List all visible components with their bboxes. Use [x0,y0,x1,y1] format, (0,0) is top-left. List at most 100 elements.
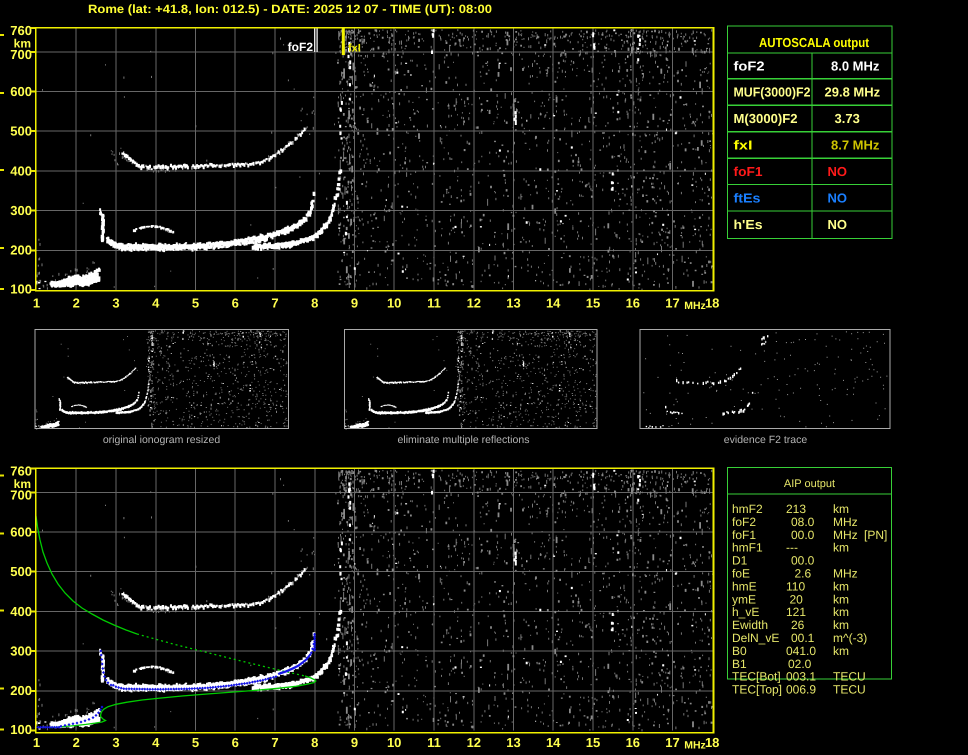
svg-text:300: 300 [10,203,32,218]
svg-text:00.0: 00.0 [791,554,815,568]
svg-text:TEC[Bot]: TEC[Bot] [732,670,781,684]
svg-text:2.6: 2.6 [795,567,812,581]
svg-text:MUF(3000)F2: MUF(3000)F2 [734,85,811,100]
svg-text:100: 100 [10,722,32,737]
svg-text:4: 4 [152,735,160,750]
svg-text:D1: D1 [732,554,748,568]
svg-text:km: km [14,37,31,51]
svg-text:6: 6 [232,735,239,750]
svg-text:5: 5 [192,296,199,311]
svg-text:km: km [833,502,849,516]
svg-text:TECU: TECU [833,670,866,684]
svg-text:11: 11 [427,296,441,311]
svg-text:m^(-3): m^(-3) [833,631,867,645]
svg-text:29.8 MHz: 29.8 MHz [825,85,881,100]
svg-text:MHz: MHz [833,528,858,542]
svg-text:B0: B0 [732,644,747,658]
svg-text:500: 500 [10,124,32,139]
svg-text:110: 110 [786,579,805,593]
svg-text:km: km [833,618,849,632]
svg-text:NO: NO [828,191,848,206]
svg-text:15: 15 [586,296,600,311]
svg-text:fxI: fxI [348,43,361,55]
svg-text:14: 14 [546,735,561,750]
svg-text:ymE: ymE [732,592,756,606]
svg-text:h'Es: h'Es [734,217,763,232]
svg-text:AUTOSCALA output: AUTOSCALA output [759,35,870,50]
svg-text:100: 100 [10,282,32,297]
svg-text:18: 18 [705,735,719,750]
svg-text:foF1: foF1 [734,164,763,179]
svg-text:213: 213 [786,502,806,516]
svg-text:NO: NO [828,164,848,179]
svg-text:km: km [833,579,849,593]
svg-text:600: 600 [10,84,32,99]
svg-text:8: 8 [311,735,318,750]
svg-text:hmF1: hmF1 [732,541,763,555]
svg-text:hmE: hmE [732,579,757,593]
svg-text:2: 2 [73,735,80,750]
svg-text:B1: B1 [732,657,747,671]
svg-text:600: 600 [10,525,32,540]
svg-text:2: 2 [73,296,80,311]
svg-text:TEC[Top]: TEC[Top] [732,683,782,697]
svg-text:original ionogram resized: original ionogram resized [103,434,220,446]
svg-text:08.0: 08.0 [791,515,815,529]
svg-text:NO: NO [828,217,848,232]
svg-text:17: 17 [665,296,679,311]
svg-text:5: 5 [192,735,199,750]
svg-text:3.73: 3.73 [835,111,860,126]
svg-text:3: 3 [112,296,119,311]
svg-text:4: 4 [152,296,160,311]
svg-text:13: 13 [506,735,520,750]
svg-text:km: km [833,605,849,619]
svg-text:20: 20 [790,592,804,606]
svg-text:9: 9 [351,735,358,750]
svg-text:14: 14 [546,296,561,311]
svg-text:ftEs: ftEs [734,191,761,206]
svg-text:02.0: 02.0 [788,657,812,671]
svg-text:1: 1 [33,735,40,750]
svg-text:15: 15 [586,735,600,750]
svg-text:400: 400 [10,164,32,179]
svg-text:AIP output: AIP output [784,478,835,490]
svg-text:3: 3 [112,735,119,750]
svg-text:6: 6 [232,296,239,311]
svg-text:12: 12 [467,296,481,311]
svg-text:13: 13 [506,296,520,311]
svg-text:10: 10 [387,735,401,750]
svg-text:MHz: MHz [684,740,706,752]
svg-text:[PN]: [PN] [864,528,887,542]
svg-text:00.0: 00.0 [791,528,815,542]
svg-text:MHz: MHz [833,567,858,581]
svg-text:evidence F2 trace: evidence F2 trace [724,434,808,446]
svg-text:8: 8 [311,296,318,311]
svg-text:foF2: foF2 [288,40,314,54]
svg-text:M(3000)F2: M(3000)F2 [734,111,798,126]
svg-text:1: 1 [33,296,40,311]
svg-text:041.0: 041.0 [786,644,816,658]
svg-text:DelN_vE: DelN_vE [732,631,779,645]
svg-text:12: 12 [467,735,481,750]
svg-text:km: km [833,644,849,658]
svg-text:fxI: fxI [734,138,753,153]
svg-text:7: 7 [271,296,278,311]
svg-text:MHz: MHz [833,515,858,529]
svg-text:006.9: 006.9 [786,683,816,697]
svg-text:---: --- [786,541,798,555]
svg-text:8.7 MHz: 8.7 MHz [831,138,880,153]
svg-text:eliminate multiple reflections: eliminate multiple reflections [398,434,530,446]
svg-text:003.1: 003.1 [786,670,816,684]
svg-text:17: 17 [665,735,679,750]
svg-text:500: 500 [10,564,32,579]
svg-text:400: 400 [10,604,32,619]
svg-text:16: 16 [626,735,640,750]
svg-text:11: 11 [427,735,441,750]
svg-text:26: 26 [791,618,805,632]
svg-text:7: 7 [271,735,278,750]
svg-text:km: km [833,592,849,606]
svg-text:km: km [833,541,849,555]
svg-text:Rome (lat: +41.8, lon: 012.5): Rome (lat: +41.8, lon: 012.5) - DATE: 20… [88,2,492,16]
svg-text:121: 121 [786,605,806,619]
svg-text:TECU: TECU [833,683,866,697]
